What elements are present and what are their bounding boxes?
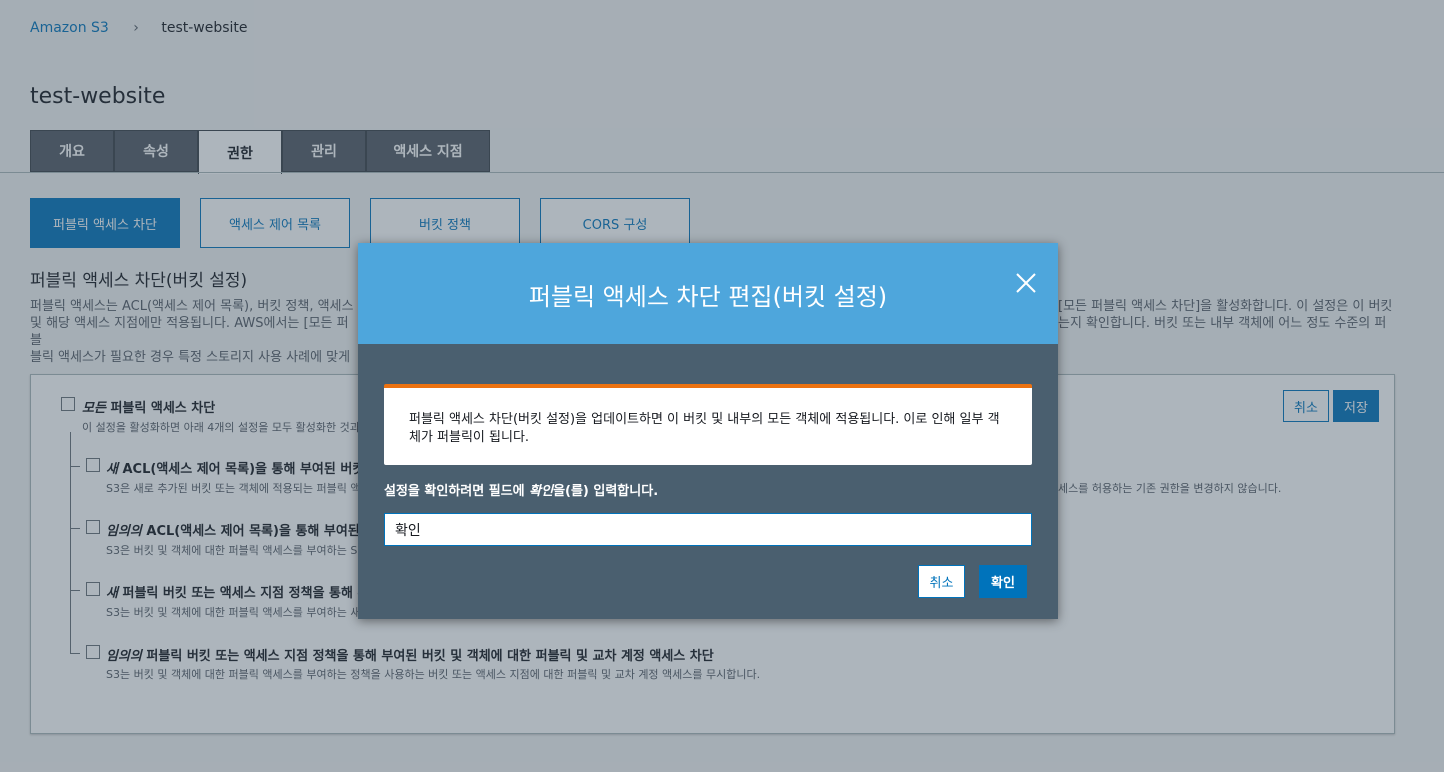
modal-header: 퍼블릭 액세스 차단 편집(버킷 설정) [358, 243, 1058, 344]
confirm-input[interactable] [384, 513, 1032, 546]
confirm-prompt: 설정을 확인하려면 필드에 확인을(를) 입력합니다. [384, 480, 658, 499]
confirm-prompt-suffix: 을(를) 입력합니다. [553, 484, 659, 499]
confirm-prompt-prefix: 설정을 확인하려면 필드에 [384, 484, 530, 499]
confirm-prompt-keyword: 확인 [529, 484, 554, 499]
warning-alert-text: 퍼블릭 액세스 차단(버킷 설정)을 업데이트하면 이 버킷 및 내부의 모든 … [409, 412, 1000, 445]
warning-alert: 퍼블릭 액세스 차단(버킷 설정)을 업데이트하면 이 버킷 및 내부의 모든 … [384, 384, 1032, 465]
modal-cancel-button[interactable]: 취소 [918, 565, 965, 598]
close-icon[interactable] [1014, 271, 1038, 295]
modal-title: 퍼블릭 액세스 차단 편집(버킷 설정) [528, 283, 888, 311]
edit-block-public-access-modal: 퍼블릭 액세스 차단 편집(버킷 설정) 퍼블릭 액세스 차단(버킷 설정)을 … [358, 243, 1058, 619]
modal-confirm-button[interactable]: 확인 [979, 565, 1027, 598]
